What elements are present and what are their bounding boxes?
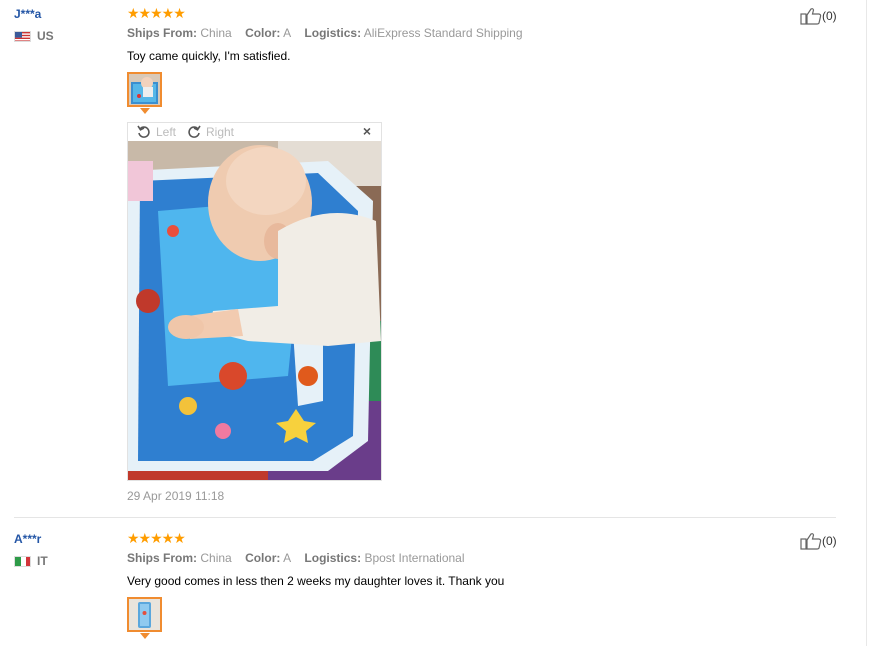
helpful-button[interactable]: (0): [800, 7, 837, 25]
panel-border: [866, 0, 867, 646]
thumbs-up-icon: [800, 533, 822, 550]
photo-viewer: Left Right ×: [127, 122, 382, 481]
rotate-left-button[interactable]: Left: [137, 125, 176, 139]
color-value: A: [283, 551, 292, 565]
review-photo-thumbnail[interactable]: [127, 72, 162, 107]
reviewer-name[interactable]: A***r: [14, 532, 41, 546]
us-flag-icon: [14, 30, 31, 42]
logistics-value: Bpost International: [364, 551, 465, 565]
reviewer-country: IT: [14, 554, 48, 568]
rotate-right-button[interactable]: Right: [187, 125, 234, 139]
ships-from-label: Ships From:: [127, 26, 198, 40]
thumbnail-pointer: [140, 108, 150, 114]
reviewer-name[interactable]: J***a: [14, 7, 41, 21]
country-code: IT: [37, 554, 48, 568]
helpful-count: (0): [822, 9, 837, 23]
country-code: US: [37, 29, 54, 43]
rotate-left-icon: [137, 125, 150, 138]
review-date: 29 Apr 2019 11:18: [127, 489, 225, 503]
logistics-label: Logistics:: [304, 551, 362, 565]
helpful-button[interactable]: (0): [800, 532, 837, 550]
star-rating: ★★★★★: [127, 5, 186, 21]
star-rating: ★★★★★: [127, 530, 186, 546]
color-label: Color:: [245, 551, 281, 565]
thumbs-up-icon: [800, 8, 822, 25]
rotate-right-icon: [188, 125, 201, 138]
it-flag-icon: [14, 555, 31, 567]
review-text: Toy came quickly, I'm satisfied.: [127, 49, 291, 63]
color-value: A: [283, 26, 292, 40]
reviewer-country: US: [14, 29, 54, 43]
rotate-left-label: Left: [156, 125, 177, 139]
ships-from-value: China: [200, 26, 232, 40]
review-divider: [14, 517, 836, 518]
logistics-label: Logistics:: [304, 26, 362, 40]
helpful-count: (0): [822, 534, 837, 548]
ships-from-label: Ships From:: [127, 551, 198, 565]
ships-from-value: China: [200, 551, 232, 565]
thumbnail-pointer: [140, 633, 150, 639]
logistics-value: AliExpress Standard Shipping: [363, 26, 523, 40]
review-photo-thumbnail[interactable]: [127, 597, 162, 632]
rotate-right-label: Right: [206, 125, 235, 139]
color-label: Color:: [245, 26, 281, 40]
review-photo: [128, 141, 381, 480]
review-text: Very good comes in less then 2 weeks my …: [127, 574, 505, 588]
close-icon[interactable]: ×: [363, 123, 371, 139]
viewer-toolbar: Left Right ×: [128, 123, 381, 141]
review-meta: Ships From: China Color: A Logistics: Bp…: [127, 551, 465, 565]
review-meta: Ships From: China Color: A Logistics: Al…: [127, 26, 523, 40]
